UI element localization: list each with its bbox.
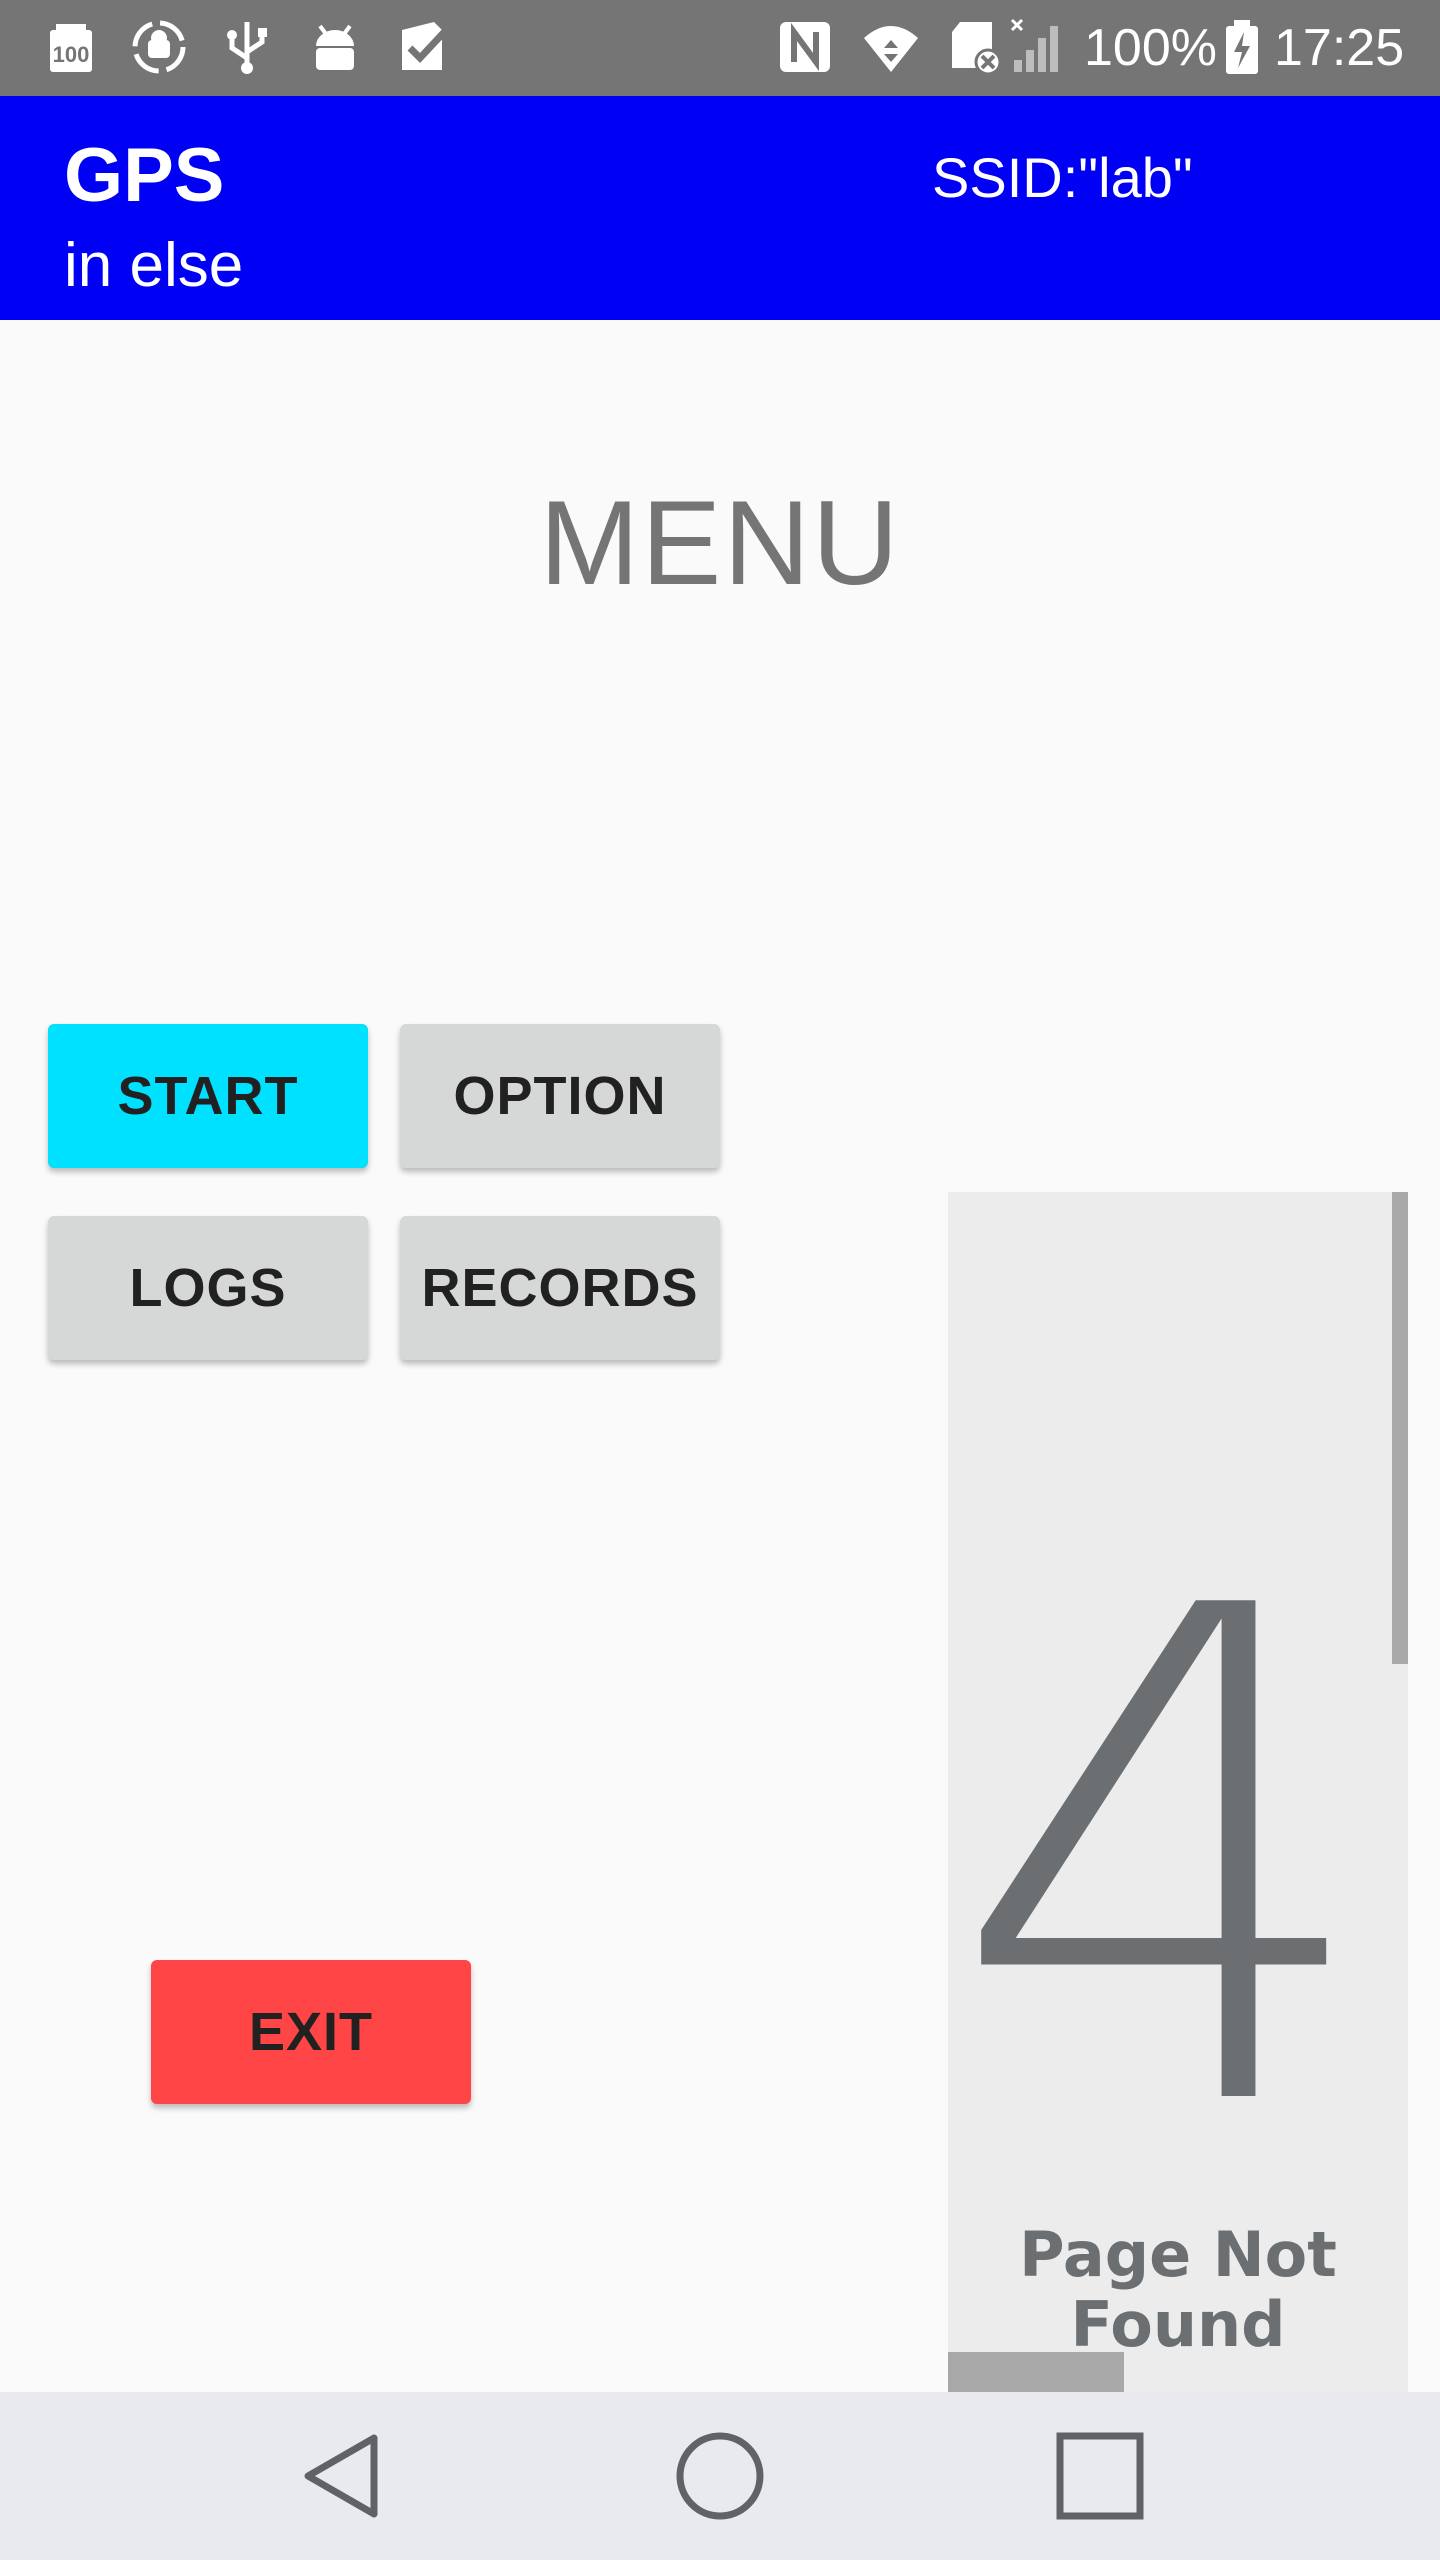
menu-heading: MENU [539, 476, 901, 610]
battery-percent: 100% [1084, 19, 1217, 77]
webview-404[interactable]: 40 Page Not Found [948, 1192, 1408, 2392]
app-title: GPS [64, 133, 225, 218]
clock: 17:25 [1274, 19, 1405, 77]
android-sync-icon [130, 18, 188, 76]
signal-no-service-icon [1010, 18, 1068, 76]
webview-vertical-scrollbar[interactable] [1392, 1192, 1408, 1664]
battery-charging-icon [1222, 18, 1262, 76]
start-button[interactable]: START [48, 1024, 368, 1168]
svg-text:100: 100 [53, 42, 90, 67]
page-not-found-message: Page Not Found [1019, 2218, 1337, 2361]
records-button[interactable]: RECORDS [400, 1216, 720, 1360]
nfc-icon [776, 18, 834, 76]
home-icon[interactable] [670, 2426, 770, 2526]
back-icon[interactable] [292, 2426, 392, 2526]
navigation-bar [0, 2392, 1440, 2560]
error-code: 40 [948, 1466, 1408, 2257]
webview-horizontal-scrollbar[interactable] [948, 2352, 1124, 2392]
battery-100-badge-icon: 100 [42, 18, 100, 76]
ssid-label: SSID:"lab" [932, 146, 1193, 209]
logs-button[interactable]: LOGS [48, 1216, 368, 1360]
sd-card-error-icon [948, 18, 1006, 76]
app-bar: GPS in else SSID:"lab" [0, 96, 1440, 320]
wifi-icon [862, 18, 920, 76]
recents-icon[interactable] [1050, 2426, 1150, 2526]
app-subtitle: in else [64, 231, 244, 300]
usb-icon [218, 18, 276, 76]
checklist-icon [394, 18, 452, 76]
status-bar: 100 100% 17:25 [0, 0, 1440, 96]
exit-button[interactable]: EXIT [151, 1960, 471, 2104]
android-debug-icon [306, 18, 364, 76]
option-button[interactable]: OPTION [400, 1024, 720, 1168]
